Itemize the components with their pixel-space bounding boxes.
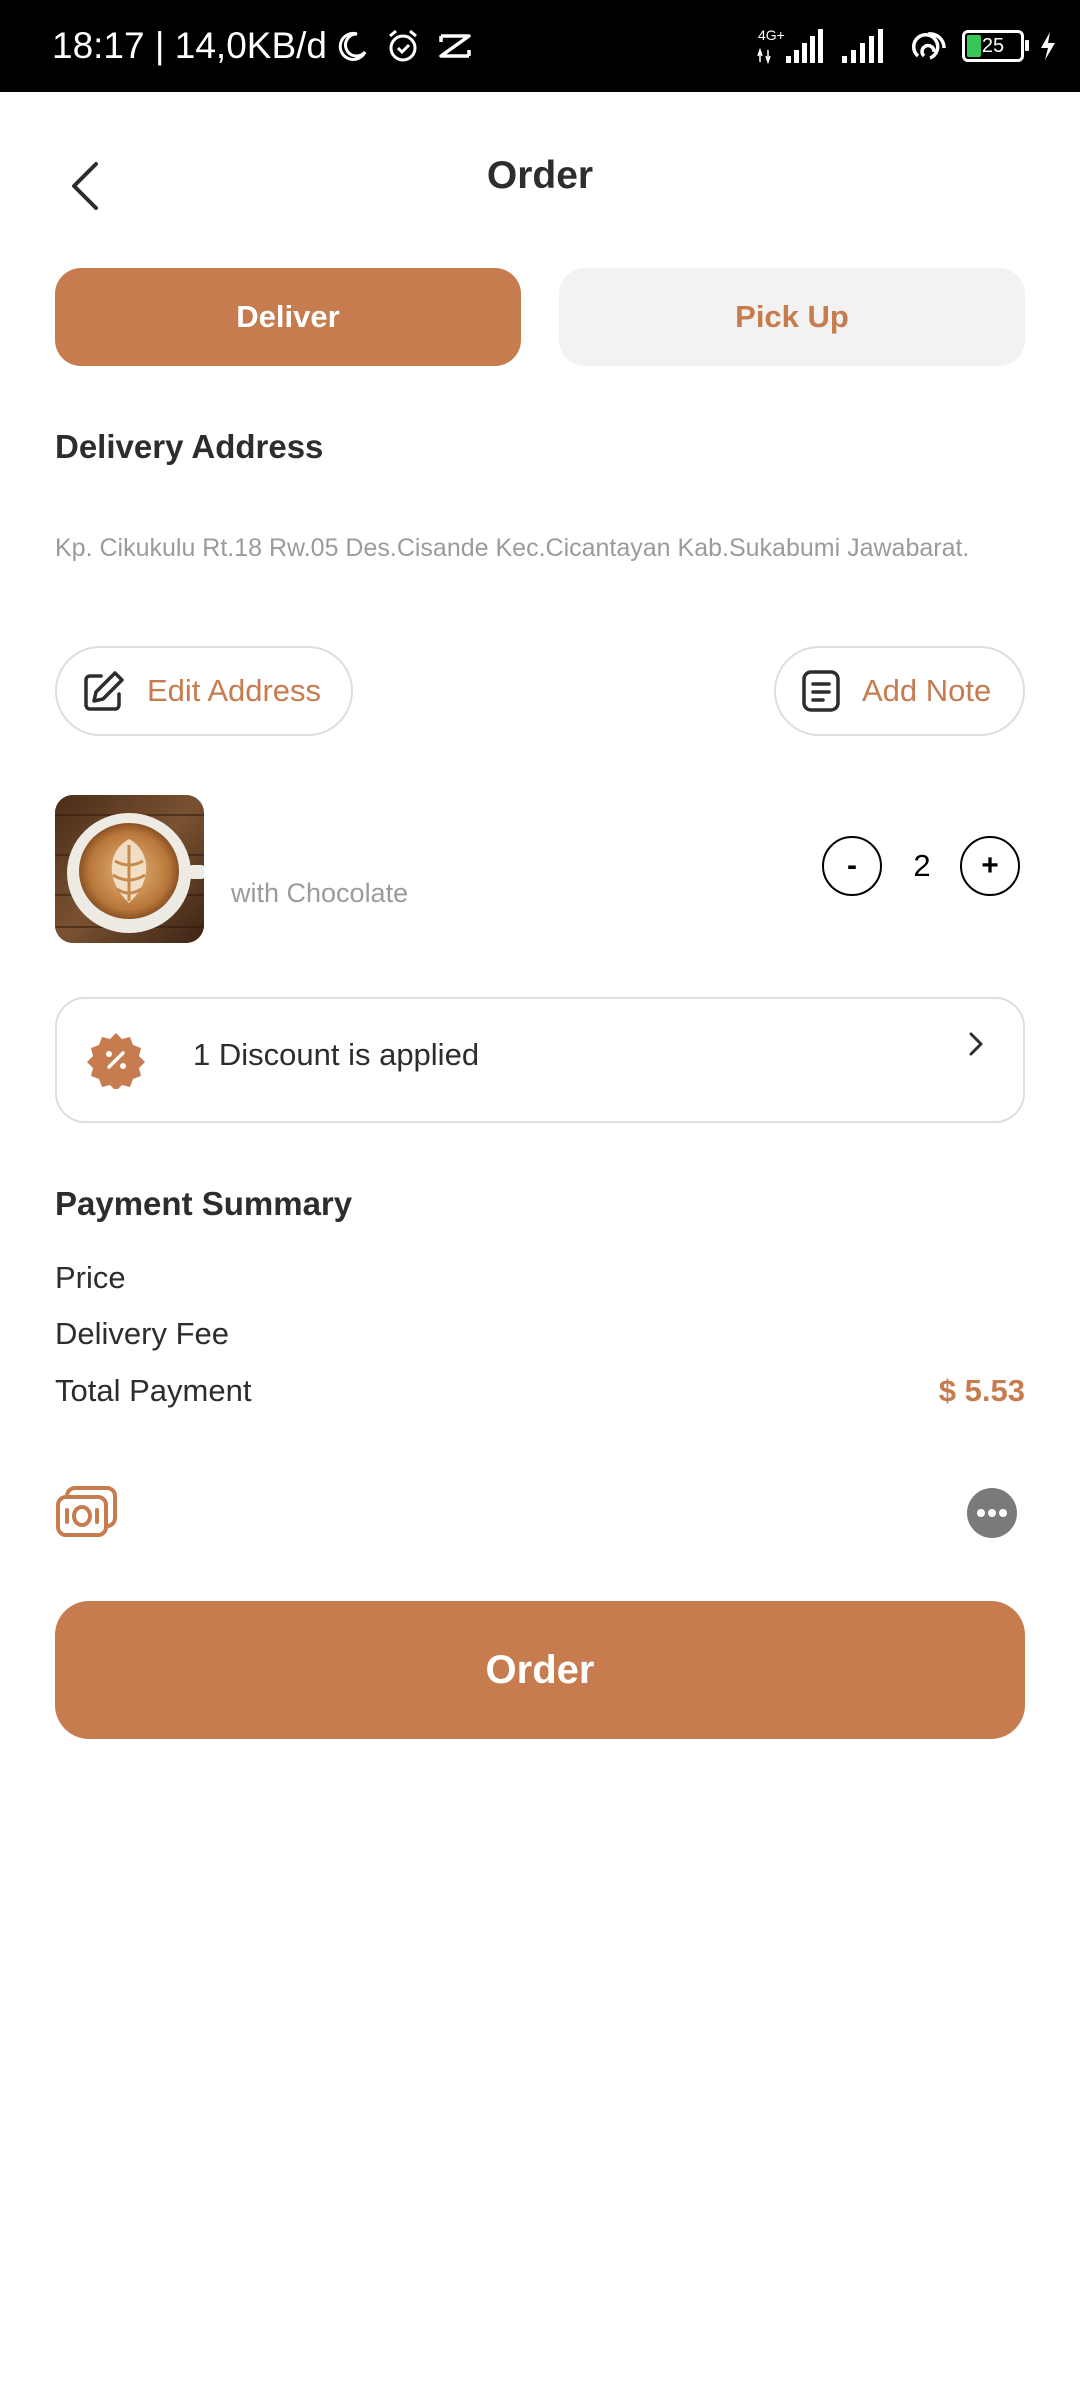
total-payment-label: Total Payment	[55, 1373, 252, 1408]
chevron-right-icon	[969, 1032, 983, 1056]
note-icon	[802, 670, 840, 712]
alarm-icon	[389, 29, 417, 62]
discount-label: 1 Discount is applied	[193, 1037, 480, 1072]
discount-row[interactable]: 1 Discount is applied	[55, 997, 1025, 1123]
status-bar: 18:17 | 14,0KB/d 4G+ 25	[0, 0, 1080, 92]
delivery-address-text: Kp. Cikukulu Rt.18 Rw.05 Des.Cisande Kec…	[55, 534, 970, 562]
quantity-value: 2	[913, 848, 931, 883]
increase-quantity-button[interactable]: +	[960, 836, 1020, 896]
moon-icon	[338, 31, 367, 61]
payment-summary-title: Payment Summary	[55, 1185, 353, 1222]
delivery-fee-label: Delivery Fee	[55, 1316, 229, 1351]
status-left: 18:17 | 14,0KB/d	[52, 0, 473, 92]
discount-badge-icon	[87, 1033, 145, 1089]
edit-icon	[84, 671, 124, 711]
hotspot-icon	[911, 32, 946, 60]
capcut-icon	[439, 34, 471, 58]
order-button[interactable]: Order	[55, 1601, 1025, 1739]
page-title: Order	[486, 154, 594, 197]
cash-wallet-icon[interactable]	[55, 1484, 119, 1540]
tab-deliver[interactable]: Deliver	[55, 268, 521, 366]
add-note-label: Add Note	[862, 673, 992, 708]
charging-icon	[1041, 32, 1055, 60]
tab-pickup[interactable]: Pick Up	[559, 268, 1025, 366]
item-variant: with Chocolate	[231, 878, 409, 908]
edit-address-label: Edit Address	[147, 673, 322, 708]
battery-icon: 25	[962, 30, 1029, 62]
edit-address-button[interactable]: Edit Address	[55, 646, 353, 736]
coffee-image	[55, 795, 204, 943]
status-right: 4G+ 25	[756, 0, 1058, 92]
decrease-quantity-button[interactable]: -	[822, 836, 882, 896]
delivery-address-title: Delivery Address	[55, 428, 324, 465]
price-label: Price	[55, 1260, 126, 1295]
signal-4g-icon: 4G+	[757, 27, 823, 65]
more-options-icon[interactable]	[966, 1487, 1018, 1539]
total-payment-value: $ 5.53	[938, 1373, 1025, 1408]
svg-text:4G+: 4G+	[758, 27, 785, 43]
header: Order	[0, 92, 1080, 272]
time-and-data-rate: 18:17 | 14,0KB/d	[52, 25, 327, 66]
add-note-button[interactable]: Add Note	[774, 646, 1025, 736]
signal-icon	[842, 29, 883, 63]
